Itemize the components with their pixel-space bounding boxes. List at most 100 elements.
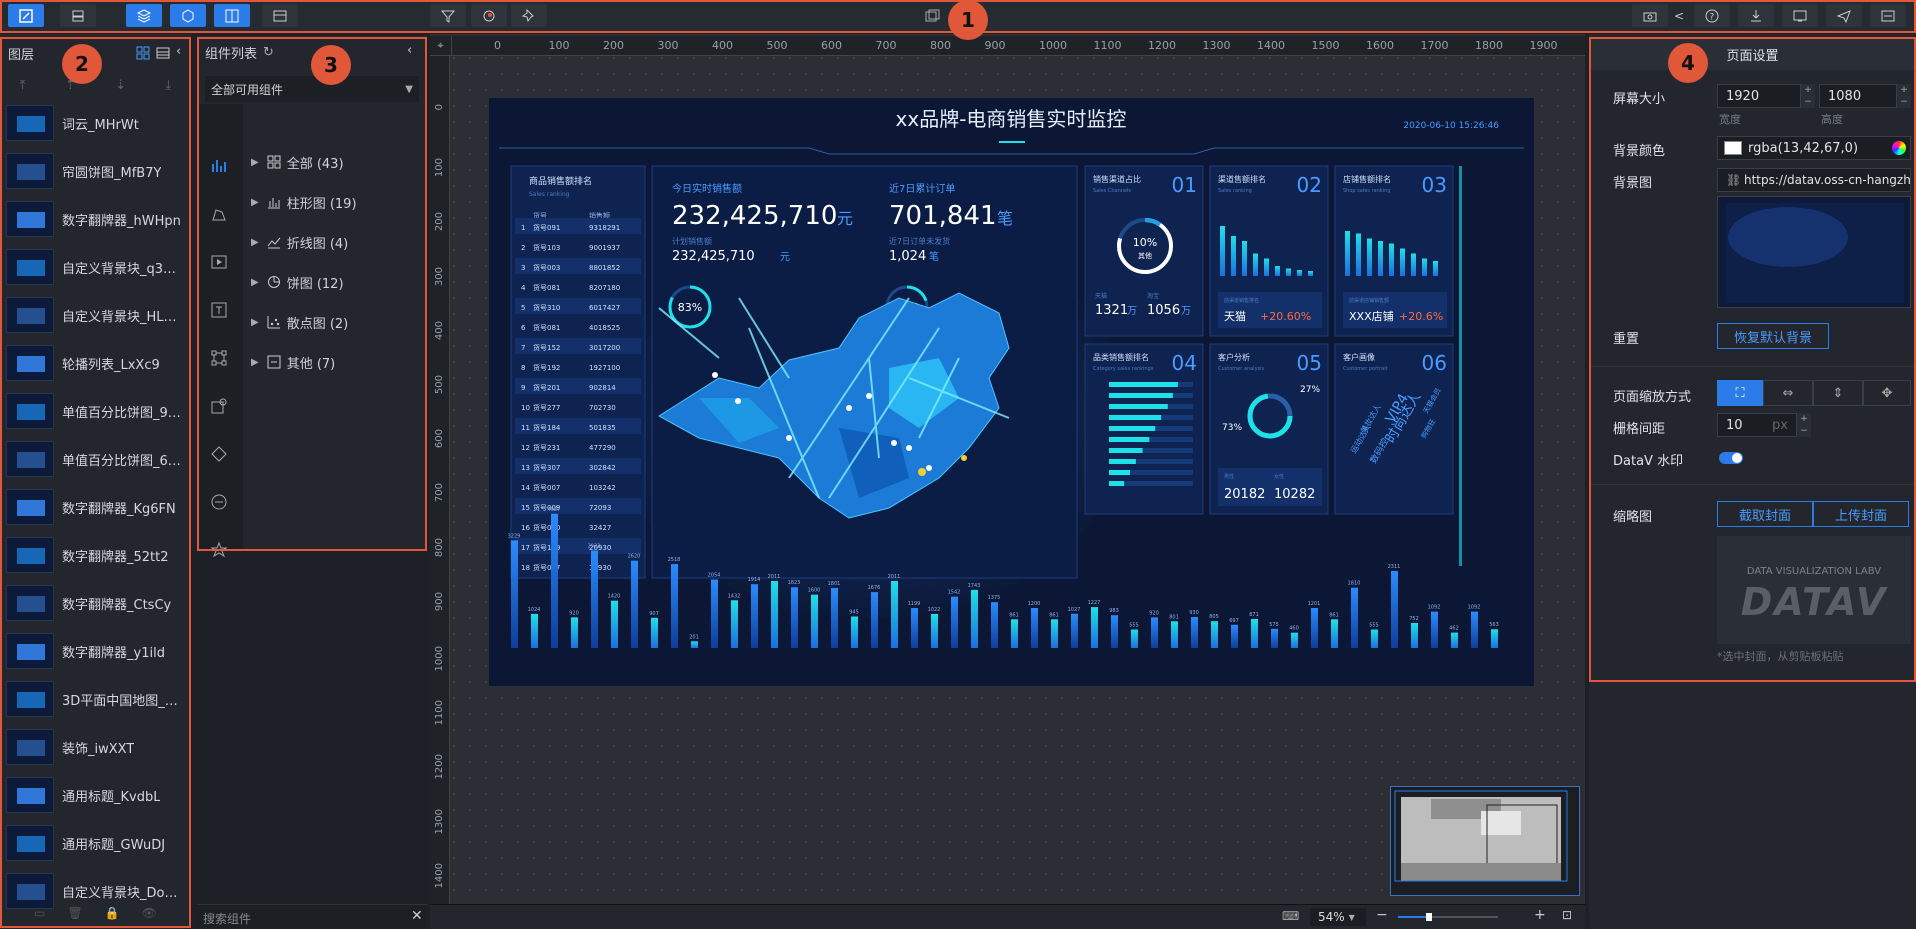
category-item[interactable]: ▶ 散点图 (2): [251, 310, 348, 334]
eye-icon[interactable]: 👁: [142, 906, 157, 926]
layer-item[interactable]: 数字翻牌器_hWHpn: [6, 196, 184, 242]
map-rail-icon[interactable]: [209, 204, 229, 224]
category-item[interactable]: ▶ 折线图 (4): [251, 230, 348, 254]
chevron-left-icon[interactable]: <: [1674, 9, 1684, 23]
capture-cover-button[interactable]: 截取封面: [1717, 501, 1813, 527]
layer-item[interactable]: 自定义背景块_q3D5m: [6, 244, 184, 290]
move-bottom-icon[interactable]: ⤓: [166, 78, 172, 93]
network-rail-icon[interactable]: [209, 348, 229, 368]
preview-icon[interactable]: [1782, 4, 1818, 27]
bg-image-preview[interactable]: [1717, 196, 1911, 308]
zoom-width-icon[interactable]: ⇔: [1763, 380, 1813, 406]
zoom-slider[interactable]: [1398, 913, 1498, 921]
width-input[interactable]: 1920: [1717, 84, 1801, 108]
help-icon[interactable]: ?: [1694, 4, 1730, 27]
text-rail-icon[interactable]: [209, 300, 229, 320]
cover-preview[interactable]: DATA VISUALIZATION LABV DATAV: [1717, 536, 1911, 644]
layer-item[interactable]: 单值百分比饼图_9Va...: [6, 388, 184, 434]
category-item[interactable]: ▶ 饼图 (12): [251, 270, 344, 294]
folder-icon[interactable]: ▭: [34, 906, 45, 926]
scrollbar[interactable]: [1459, 166, 1462, 566]
layer-item[interactable]: 词云_MHrWt: [6, 100, 184, 146]
lock-icon[interactable]: 🔒: [105, 906, 120, 926]
bar-chart-rail-icon[interactable]: [209, 156, 229, 176]
cube-icon[interactable]: [170, 4, 206, 27]
pin-icon[interactable]: [511, 4, 547, 27]
move-down-icon[interactable]: ⇣: [115, 78, 126, 93]
keyboard-icon[interactable]: ⌨: [1282, 909, 1299, 923]
bg-color-input[interactable]: rgba(13,42,67,0): [1717, 136, 1911, 160]
layer-item[interactable]: 单值百分比饼图_6R...: [6, 436, 184, 482]
category-item[interactable]: ▶ 其他 (7): [251, 350, 335, 374]
layer-item[interactable]: 装饰_iwXXT: [6, 724, 184, 770]
filter-icon[interactable]: [430, 4, 466, 27]
width-stepper[interactable]: + −: [1801, 84, 1815, 108]
layer-item[interactable]: 3D平面中国地图_pq...: [6, 676, 184, 722]
favorite-rail-icon[interactable]: [209, 540, 229, 560]
collapse-components-icon[interactable]: ‹: [407, 43, 412, 58]
interaction-rail-icon[interactable]: [209, 444, 229, 464]
dashboard-screen[interactable]: xx品牌-电商销售实时监控 2020-06-10 15:26:46 商品销售额排…: [489, 98, 1534, 686]
reset-background-button[interactable]: 恢复默认背景: [1717, 323, 1829, 349]
trash-icon[interactable]: 🗑: [67, 906, 82, 926]
bottom-bar: [1411, 622, 1418, 648]
move-top-icon[interactable]: ⤒: [20, 78, 26, 93]
color-swatch[interactable]: [1724, 141, 1742, 155]
layer-item[interactable]: 数字翻牌器_Kg6FN: [6, 484, 184, 530]
zoom-full-icon[interactable]: ✥: [1863, 380, 1911, 406]
panel-icon[interactable]: [214, 4, 250, 27]
download-icon[interactable]: [1738, 4, 1774, 27]
upload-cover-button[interactable]: 上传封面: [1813, 501, 1909, 527]
other-rail-icon[interactable]: [209, 492, 229, 512]
category-item[interactable]: ▶ 全部 (43): [251, 150, 344, 174]
ruler-h-label: 1600: [1366, 39, 1394, 52]
ruler-corner-icon[interactable]: ⌖: [430, 36, 452, 56]
screen-icon[interactable]: [1870, 4, 1906, 27]
refresh-icon[interactable]: [471, 4, 507, 27]
component-filter-select[interactable]: 全部可用组件 ▼: [205, 76, 419, 102]
zoom-fit-icon[interactable]: ⛶: [1717, 380, 1763, 406]
zoom-out-icon[interactable]: −: [1376, 907, 1388, 923]
layer-item[interactable]: 自定义背景块_HLwW3: [6, 292, 184, 338]
card-sub: Customer analysis: [1218, 366, 1265, 372]
zoom-select[interactable]: 54% ▼: [1310, 908, 1366, 926]
color-picker-icon[interactable]: [1892, 141, 1906, 155]
material-rail-icon[interactable]: [209, 396, 229, 416]
monitor-icon[interactable]: [262, 4, 298, 27]
height-stepper[interactable]: + −: [1897, 84, 1911, 108]
layer-item[interactable]: 通用标题_GWuDJ: [6, 820, 184, 866]
publish-icon[interactable]: [1826, 4, 1862, 27]
layer-item[interactable]: 数字翻牌器_y1ild: [6, 628, 184, 674]
bottom-bar-label: 2011: [888, 574, 901, 580]
card-v1: 1321: [1095, 303, 1128, 318]
bg-image-input[interactable]: ⛓ https://datav.oss-cn-hangzhou: [1717, 168, 1911, 192]
layer-item[interactable]: 轮播列表_LxXc9: [6, 340, 184, 386]
layer-item[interactable]: 数字翻牌器_CtsCy: [6, 580, 184, 626]
layer-item[interactable]: 数字翻牌器_52tt2: [6, 532, 184, 578]
edit-icon[interactable]: [8, 4, 44, 27]
component-search[interactable]: 搜索组件 ✕: [197, 904, 427, 929]
category-item[interactable]: ▶ 柱形图 (19): [251, 190, 357, 214]
height-input[interactable]: 1080: [1819, 84, 1897, 108]
list-view-icon[interactable]: [156, 46, 170, 60]
reload-icon[interactable]: ↻: [263, 45, 274, 60]
zoom-in-icon[interactable]: +: [1534, 907, 1546, 923]
layer-item[interactable]: 通用标题_KvdbL: [6, 772, 184, 818]
layers-icon[interactable]: [126, 4, 162, 27]
component-search-input[interactable]: 搜索组件: [203, 910, 251, 927]
fit-screen-icon[interactable]: ⊡: [1562, 908, 1572, 922]
zoom-slider-handle[interactable]: [1426, 913, 1432, 921]
window-icon[interactable]: [925, 9, 941, 23]
media-rail-icon[interactable]: [209, 252, 229, 272]
collapse-icon[interactable]: ‹: [176, 44, 181, 59]
ruler-icon[interactable]: [60, 4, 96, 27]
grid-view-icon[interactable]: [136, 46, 150, 60]
minimap[interactable]: [1390, 786, 1580, 896]
zoom-height-icon[interactable]: ⇕: [1813, 380, 1863, 406]
layer-item[interactable]: 帘圆饼图_MfB7Y: [6, 148, 184, 194]
camera-icon[interactable]: [1632, 4, 1668, 27]
grid-stepper[interactable]: + −: [1797, 413, 1811, 437]
watermark-toggle[interactable]: [1719, 452, 1743, 464]
grid-spacing-input[interactable]: 10 px: [1717, 413, 1797, 437]
close-icon[interactable]: ✕: [411, 908, 423, 924]
